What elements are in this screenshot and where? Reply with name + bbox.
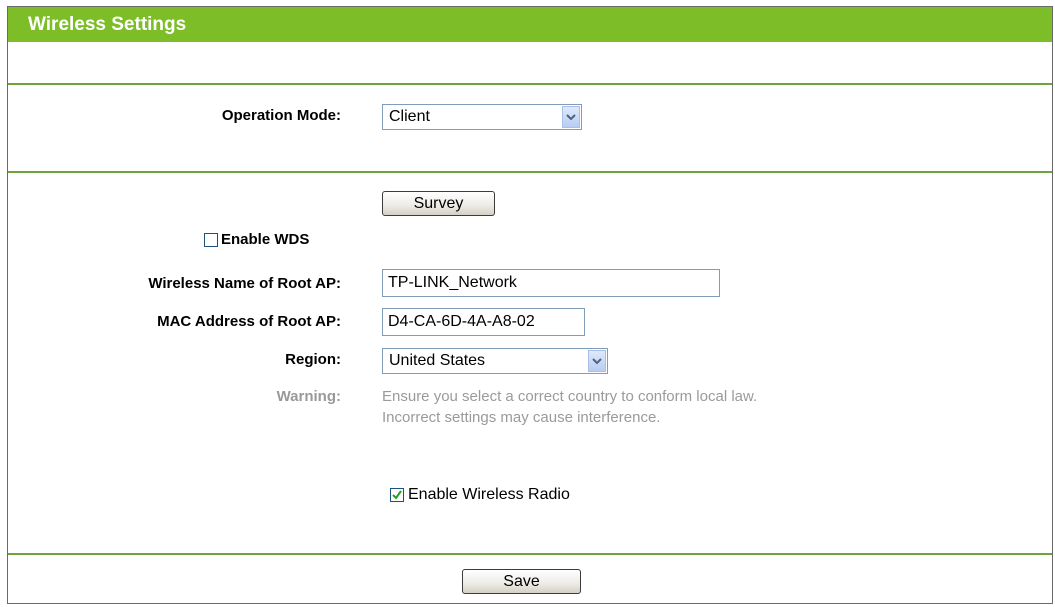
warning-label: Warning: xyxy=(276,388,341,405)
region-select[interactable]: United States xyxy=(382,348,608,374)
divider xyxy=(8,553,1052,555)
warning-text-line-1: Ensure you select a correct country to c… xyxy=(382,388,758,405)
operation-mode-value: Client xyxy=(389,108,430,125)
survey-button[interactable]: Survey xyxy=(382,191,495,216)
chevron-down-icon[interactable] xyxy=(588,350,606,372)
enable-wireless-radio-checkbox[interactable] xyxy=(390,488,404,502)
root-ap-name-label: Wireless Name of Root AP: xyxy=(148,275,341,292)
enable-wireless-radio-label: Enable Wireless Radio xyxy=(408,486,570,503)
region-label: Region: xyxy=(285,351,341,368)
divider xyxy=(8,83,1052,85)
warning-text-line-2: Incorrect settings may cause interferenc… xyxy=(382,409,661,426)
root-ap-mac-input[interactable] xyxy=(382,308,585,336)
root-ap-mac-label: MAC Address of Root AP: xyxy=(157,313,341,330)
enable-wds-checkbox[interactable] xyxy=(204,233,218,247)
page-title: Wireless Settings xyxy=(28,14,187,35)
root-ap-name-input[interactable] xyxy=(382,269,720,297)
save-button[interactable]: Save xyxy=(462,569,581,594)
title-bar: Wireless Settings xyxy=(8,7,1052,42)
operation-mode-label: Operation Mode: xyxy=(221,107,341,124)
chevron-down-icon[interactable] xyxy=(562,106,580,128)
enable-wds-label: Enable WDS xyxy=(221,231,310,248)
operation-mode-select[interactable]: Client xyxy=(382,104,582,130)
checkmark-icon xyxy=(392,490,402,500)
settings-panel: Wireless Settings Operation Mode: Client… xyxy=(7,6,1053,604)
divider xyxy=(8,171,1052,173)
region-value: United States xyxy=(389,352,486,369)
